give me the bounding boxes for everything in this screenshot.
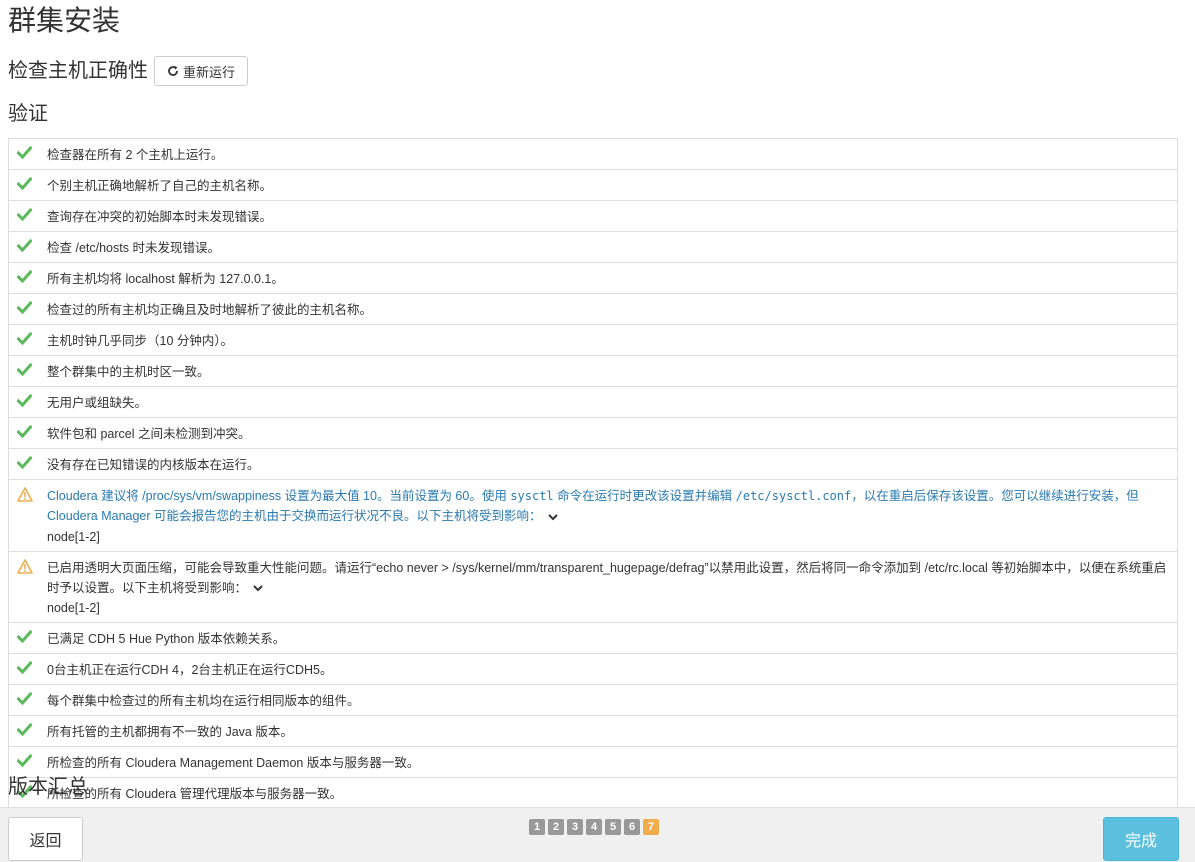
table-row: 所检查的所有 Cloudera Management Daemon 版本与服务器… [9, 747, 1177, 779]
check-text: 主机时钟几乎同步（10 分钟内）。 [47, 334, 234, 348]
step-1: 1 [529, 819, 545, 835]
check-icon [16, 722, 47, 741]
check-icon [16, 362, 47, 381]
table-row: 检查器在所有 2 个主机上运行。 [9, 139, 1177, 170]
check-text: 已满足 CDH 5 Hue Python 版本依赖关系。 [47, 632, 286, 647]
affected-hosts: node[1-2] [47, 601, 100, 616]
check-icon [16, 238, 47, 257]
check-text: 无用户或组缺失。 [47, 396, 148, 410]
step-indicator: 1234567 [529, 819, 659, 835]
step-7: 7 [643, 819, 659, 835]
table-row-warning-swappiness: Cloudera 建议将 /proc/sys/vm/swappiness 设置为… [9, 480, 1177, 552]
check-text: 整个群集中的主机时区一致。 [47, 365, 210, 379]
chevron-down-icon[interactable] [253, 578, 263, 598]
check-text: 所有托管的主机都拥有不一致的 Java 版本。 [47, 725, 293, 740]
refresh-icon [168, 65, 178, 76]
check-icon [16, 145, 47, 164]
check-text: 每个群集中检查过的所有主机均在运行相同版本的组件。 [47, 694, 360, 709]
check-table: 检查器在所有 2 个主机上运行。个别主机正确地解析了自己的主机名称。 查询存在冲突… [8, 138, 1178, 810]
check-heading: 检查主机正确性 [8, 60, 148, 82]
step-5: 5 [605, 819, 621, 835]
table-row: 每个群集中检查过的所有主机均在运行相同版本的组件。 [9, 685, 1177, 717]
check-icon [16, 393, 47, 412]
check-text: 检查 /etc/hosts 时未发现错误。 [47, 241, 220, 255]
check-icon [16, 691, 47, 710]
check-text: 软件包和 parcel 之间未检测到冲突。 [47, 427, 251, 441]
table-row: 查询存在冲突的初始脚本时未发现错误。 [9, 201, 1177, 232]
check-icon [16, 455, 47, 474]
rows-group: 已满足 CDH 5 Hue Python 版本依赖关系。 0台主机正在运行CDH … [9, 623, 1177, 810]
step-3: 3 [567, 819, 583, 835]
table-row: 主机时钟几乎同步（10 分钟内）。 [9, 325, 1177, 356]
check-icon [16, 300, 47, 319]
check-icon [16, 424, 47, 443]
check-text: 检查过的所有主机均正确且及时地解析了彼此的主机名称。 [47, 303, 373, 317]
rerun-label: 重新运行 [183, 64, 236, 80]
check-icon [16, 629, 47, 648]
check-icon [16, 176, 47, 195]
back-button[interactable]: 返回 [8, 817, 83, 861]
summary-title: 版本汇总 [8, 776, 88, 798]
warning-text: Cloudera 建议将 /proc/sys/vm/swappiness 设置为… [47, 486, 1169, 547]
warning-text: 已启用透明大页面压缩，可能会导致重大性能问题。请运行“echo never > … [47, 558, 1169, 619]
affected-hosts: node[1-2] [47, 529, 100, 544]
table-row: 没有存在已知错误的内核版本在运行。 [9, 449, 1177, 480]
table-row: 无用户或组缺失。 [9, 387, 1177, 418]
check-icon [16, 753, 47, 772]
check-text: 所检查的所有 Cloudera 管理代理版本与服务器一致。 [47, 787, 343, 802]
table-row-warning-hugepage: 已启用透明大页面压缩，可能会导致重大性能问题。请运行“echo never > … [9, 552, 1177, 624]
finish-button[interactable]: 完成 [1103, 817, 1179, 861]
check-text: 查询存在冲突的初始脚本时未发现错误。 [47, 210, 273, 224]
check-icon [16, 269, 47, 288]
check-icon [16, 207, 47, 226]
table-row: 检查 /etc/hosts 时未发现错误。 [9, 232, 1177, 263]
check-icon [16, 660, 47, 679]
check-text: 没有存在已知错误的内核版本在运行。 [47, 458, 260, 472]
step-4: 4 [586, 819, 602, 835]
chevron-down-icon[interactable] [547, 507, 558, 527]
table-row: 所有托管的主机都拥有不一致的 Java 版本。 [9, 716, 1177, 748]
warning-icon [17, 486, 47, 507]
step-2: 2 [548, 819, 564, 835]
table-row: 软件包和 parcel 之间未检测到冲突。 [9, 418, 1177, 449]
table-row: 0台主机正在运行CDH 4，2台主机正在运行CDH5。 [9, 654, 1177, 686]
table-row: 个别主机正确地解析了自己的主机名称。 [9, 170, 1177, 201]
check-text: 所有主机均将 localhost 解析为 127.0.0.1。 [47, 272, 284, 286]
page-title: 群集安装 [8, 5, 121, 36]
table-row: 整个群集中的主机时区一致。 [9, 356, 1177, 387]
warning-icon [17, 558, 47, 579]
table-row: 所检查的所有 Cloudera 管理代理版本与服务器一致。 [9, 778, 1177, 810]
rows-group: 检查器在所有 2 个主机上运行。个别主机正确地解析了自己的主机名称。 查询存在冲突… [9, 139, 1177, 480]
check-header: 检查主机正确性 重新运行 [8, 56, 249, 86]
table-row: 检查过的所有主机均正确且及时地解析了彼此的主机名称。 [9, 294, 1177, 325]
wizard-footer: 返回 1234567 完成 [0, 807, 1195, 862]
check-text: 0台主机正在运行CDH 4，2台主机正在运行CDH5。 [47, 663, 333, 678]
check-text: 个别主机正确地解析了自己的主机名称。 [47, 179, 273, 193]
rerun-button[interactable]: 重新运行 [154, 56, 249, 86]
check-text: 检查器在所有 2 个主机上运行。 [47, 148, 224, 162]
step-6: 6 [624, 819, 640, 835]
verify-title: 验证 [8, 103, 48, 125]
check-icon [16, 331, 47, 350]
table-row: 所有主机均将 localhost 解析为 127.0.0.1。 [9, 263, 1177, 294]
check-text: 所检查的所有 Cloudera Management Daemon 版本与服务器… [47, 756, 420, 771]
table-row: 已满足 CDH 5 Hue Python 版本依赖关系。 [9, 623, 1177, 655]
